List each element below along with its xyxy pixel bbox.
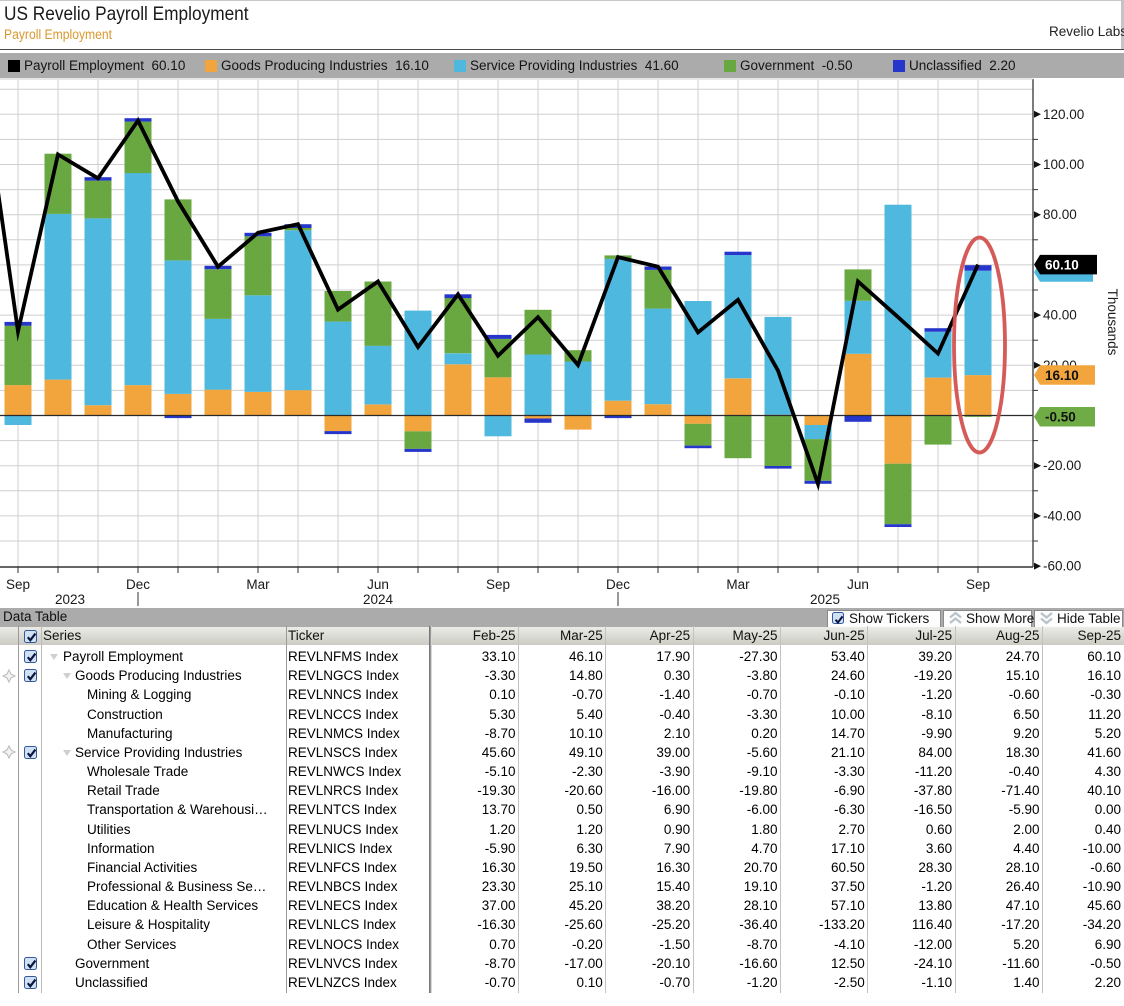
svg-text:2024: 2024 (363, 592, 394, 606)
svg-text:2023: 2023 (55, 592, 85, 606)
svg-text:2025: 2025 (810, 592, 840, 606)
svg-text:Sep: Sep (966, 577, 990, 592)
svg-text:120.00: 120.00 (1043, 107, 1084, 122)
svg-text:Dec: Dec (126, 577, 150, 592)
svg-text:Jun: Jun (367, 577, 389, 592)
svg-text:80.00: 80.00 (1043, 207, 1077, 222)
svg-text:-60.00: -60.00 (1043, 559, 1081, 574)
svg-text:100.00: 100.00 (1043, 157, 1084, 172)
svg-text:Sep: Sep (486, 577, 510, 592)
svg-text:-40.00: -40.00 (1043, 508, 1081, 523)
svg-text:Mar: Mar (726, 577, 750, 592)
svg-text:-20.00: -20.00 (1043, 458, 1081, 473)
svg-text:Mar: Mar (246, 577, 270, 592)
svg-text:60.10: 60.10 (1045, 257, 1079, 272)
svg-text:Dec: Dec (606, 577, 630, 592)
svg-text:16.10: 16.10 (1045, 368, 1079, 383)
svg-text:-0.50: -0.50 (1045, 410, 1076, 425)
svg-text:Thousands: Thousands (1105, 289, 1120, 356)
svg-text:Jun: Jun (847, 577, 869, 592)
svg-text:40.00: 40.00 (1043, 308, 1077, 323)
svg-text:Sep: Sep (6, 577, 30, 592)
